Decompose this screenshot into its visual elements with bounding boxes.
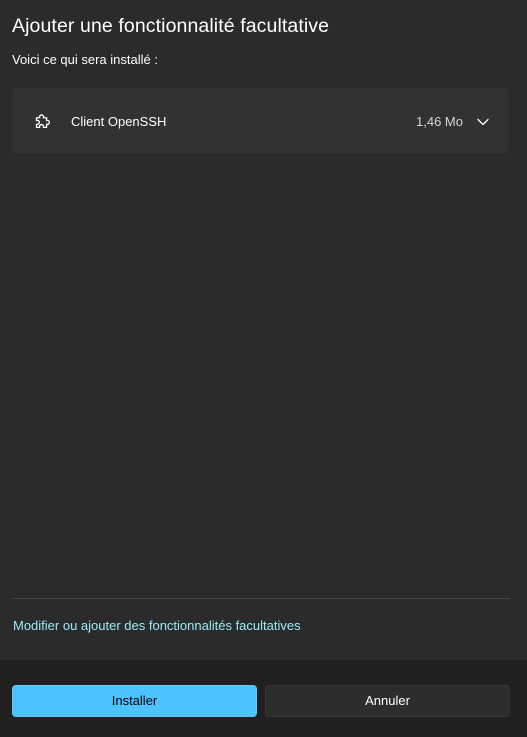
cancel-button[interactable]: Annuler [265,685,510,717]
dialog-title: Ajouter une fonctionnalité facultative [12,15,330,37]
add-optional-feature-dialog: Ajouter une fonctionnalité facultative V… [0,0,527,737]
feature-name: Client OpenSSH [71,114,167,129]
modify-features-link[interactable]: Modifier ou ajouter des fonctionnalités … [13,617,301,635]
chevron-down-icon [477,118,489,126]
install-summary-label: Voici ce qui sera installé : [12,52,158,67]
expand-feature-button[interactable] [474,113,492,131]
divider [12,598,510,599]
install-button[interactable]: Installer [12,685,257,717]
feature-size: 1,46 Mo [416,114,463,129]
dialog-footer: Installer Annuler [0,660,527,737]
puzzle-piece-icon [35,114,51,129]
feature-item-openssh-client[interactable]: Client OpenSSH 1,46 Mo [12,88,509,154]
